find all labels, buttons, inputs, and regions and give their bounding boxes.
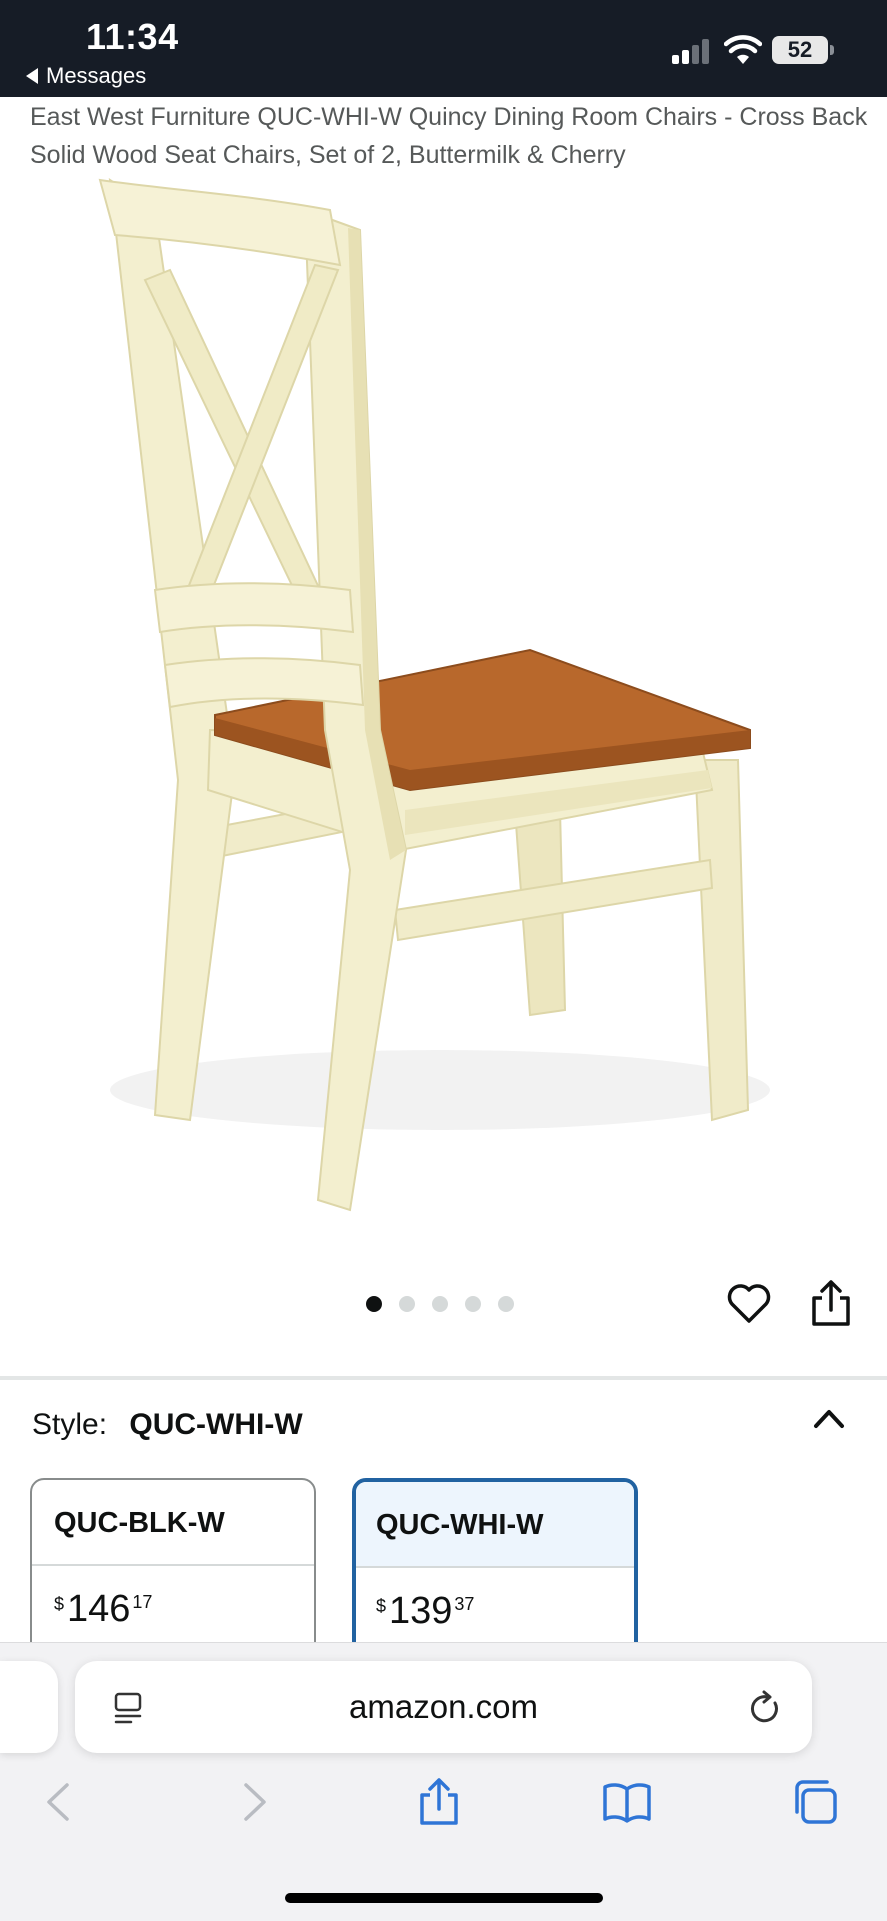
style-option-price: $ 146 17: [32, 1566, 314, 1631]
price-fraction: 17: [132, 1592, 153, 1612]
back-arrow-icon: [26, 68, 38, 84]
section-divider: [0, 1376, 887, 1380]
back-app-label: Messages: [46, 63, 147, 88]
browser-toolbar: amazon.com: [0, 1642, 887, 1921]
price-fraction: 37: [454, 1594, 475, 1614]
forward-icon[interactable]: [228, 1777, 278, 1827]
battery-indicator: 52: [772, 36, 834, 64]
style-option-name: QUC-WHI-W: [356, 1482, 634, 1568]
carousel-dot[interactable]: [366, 1296, 382, 1312]
cellular-signal-icon: [672, 38, 712, 64]
style-heading: Style: QUC-WHI-W: [32, 1408, 303, 1442]
price-symbol: $: [54, 1594, 65, 1614]
carousel-dot[interactable]: [399, 1296, 415, 1312]
share-icon[interactable]: [414, 1777, 464, 1827]
style-option-name: QUC-BLK-W: [32, 1480, 314, 1566]
reload-icon[interactable]: [747, 1689, 783, 1727]
status-time: 11:34: [86, 16, 179, 57]
carousel-dot[interactable]: [498, 1296, 514, 1312]
wifi-icon: [724, 35, 762, 64]
share-icon[interactable]: [810, 1278, 852, 1328]
price-whole: 146: [67, 1588, 131, 1630]
address-bar[interactable]: amazon.com: [75, 1661, 812, 1753]
carousel-dot[interactable]: [432, 1296, 448, 1312]
image-carousel-dots[interactable]: [366, 1296, 514, 1312]
bookmarks-icon[interactable]: [602, 1777, 652, 1827]
style-selected-value: QUC-WHI-W: [129, 1408, 303, 1441]
product-image[interactable]: [60, 170, 820, 1230]
carousel-dot[interactable]: [465, 1296, 481, 1312]
tabs-icon[interactable]: [790, 1777, 840, 1827]
url-text: amazon.com: [349, 1688, 538, 1725]
back-to-messages[interactable]: Messages: [26, 63, 146, 89]
price-symbol: $: [376, 1596, 387, 1616]
back-icon[interactable]: [35, 1777, 85, 1827]
product-title[interactable]: East West Furniture QUC-WHI-W Quincy Din…: [30, 98, 870, 174]
home-indicator[interactable]: [285, 1893, 603, 1903]
heart-icon[interactable]: [726, 1280, 772, 1326]
chevron-up-icon[interactable]: [812, 1404, 846, 1432]
style-label: Style:: [32, 1408, 108, 1441]
price-whole: 139: [389, 1590, 453, 1632]
style-option-price: $ 139 37: [356, 1568, 634, 1633]
status-bar: 11:34 Messages 52: [0, 0, 887, 97]
previous-tab-preview[interactable]: [0, 1661, 58, 1753]
